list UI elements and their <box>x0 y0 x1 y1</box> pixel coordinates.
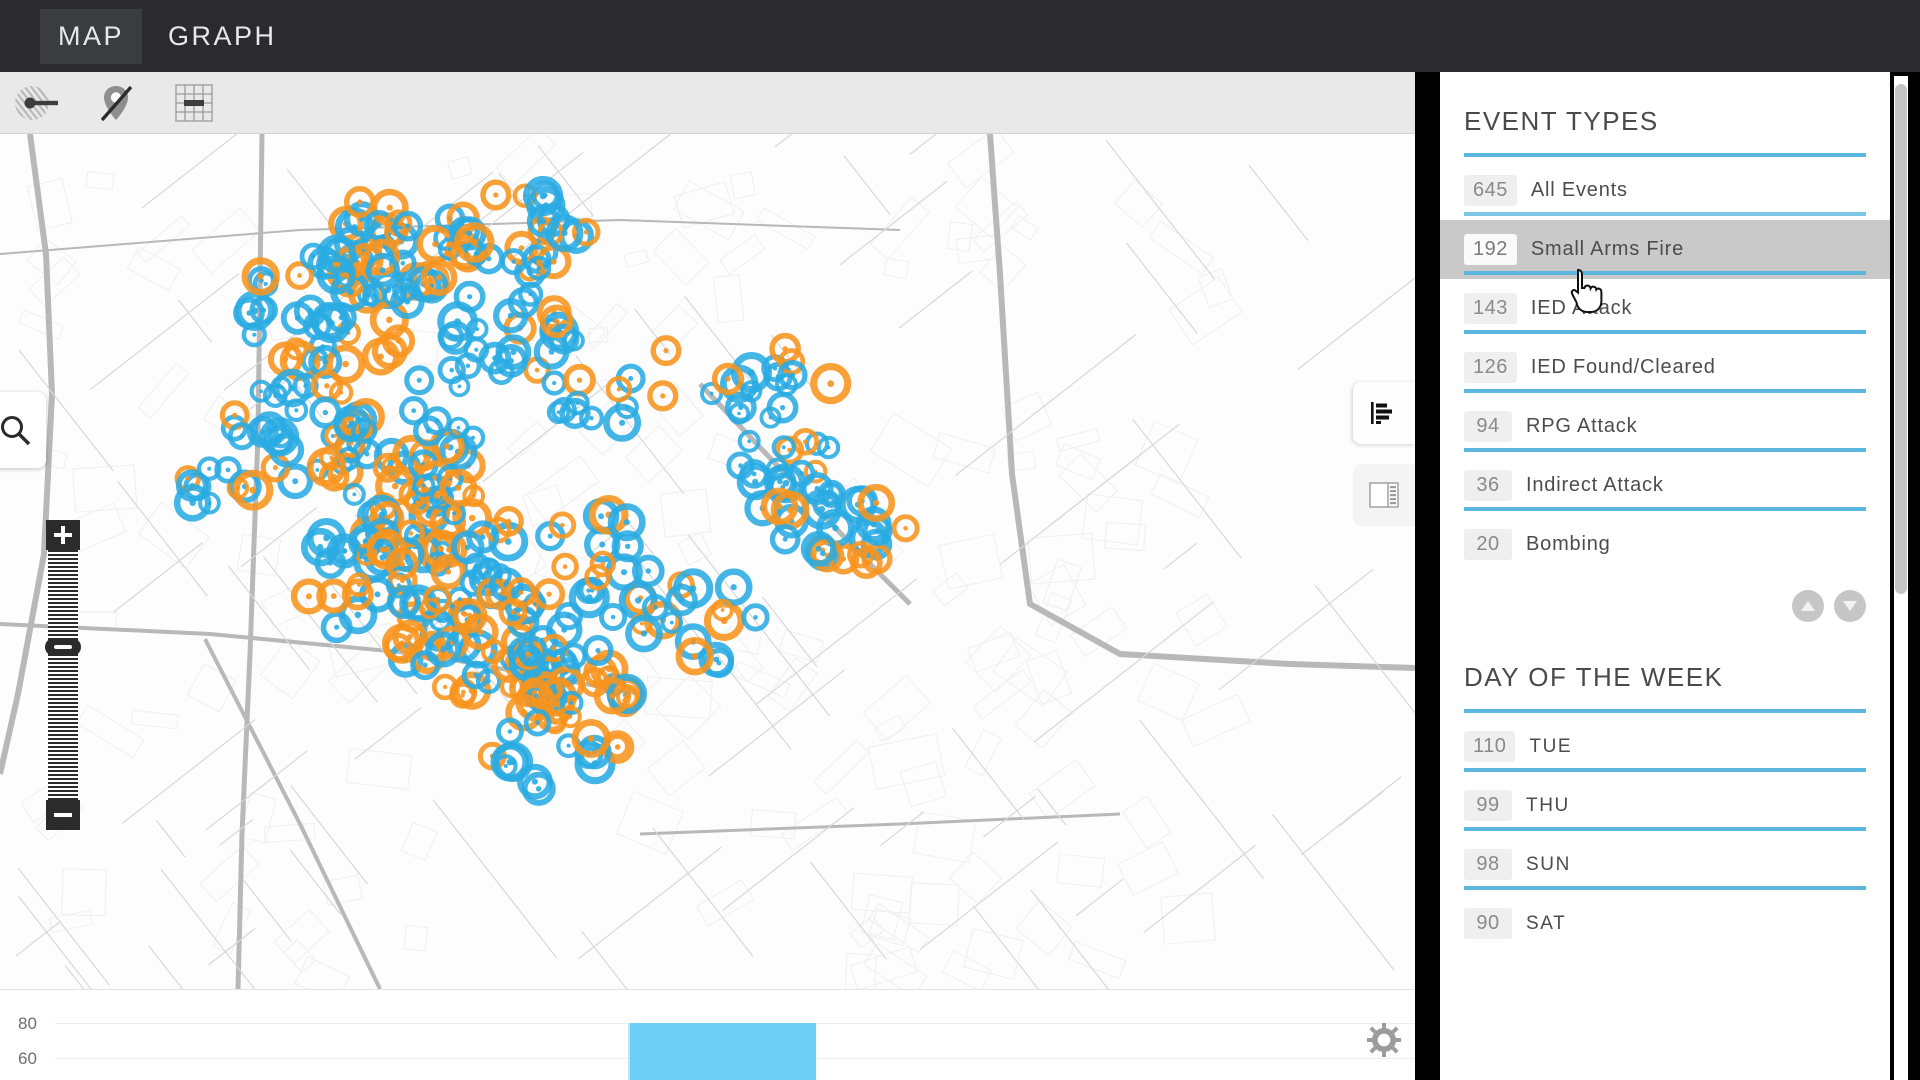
page-up-button[interactable] <box>1792 590 1824 622</box>
day-of-week-title: DAY OF THE WEEK <box>1464 662 1724 692</box>
grid-icon[interactable] <box>166 81 222 125</box>
event-type-count: 126 <box>1464 352 1517 383</box>
chart-panel-toggle[interactable] <box>1353 382 1415 444</box>
y-axis-tick: 80 <box>18 1014 37 1033</box>
day-of-week-count: 98 <box>1464 849 1512 880</box>
zoom-control[interactable] <box>45 520 81 830</box>
event-type-count: 36 <box>1464 470 1512 501</box>
y-axis-tick: 60 <box>18 1049 37 1068</box>
density-icon[interactable] <box>10 81 66 125</box>
filters-sidebar: EVENT TYPES 645 All Events 192 Small Arm… <box>1440 72 1890 1080</box>
tab-map[interactable]: MAP <box>40 8 143 64</box>
event-types-title: EVENT TYPES <box>1464 106 1659 136</box>
facet-bar <box>1464 768 1866 772</box>
event-type-label: IED Found/Cleared <box>1530 356 1716 378</box>
page-down-button[interactable] <box>1834 590 1866 622</box>
table-panel-icon <box>1369 482 1399 508</box>
table-panel-toggle[interactable] <box>1353 464 1415 526</box>
day-of-week-count: 99 <box>1464 790 1512 821</box>
zoom-slider-track[interactable] <box>45 550 81 800</box>
facet-bar <box>1464 827 1866 831</box>
zoom-out-button[interactable] <box>46 800 80 830</box>
event-type-label: IED Attack <box>1530 297 1633 319</box>
event-types-list: 645 All Events 192 Small Arms Fire 143 I… <box>1440 153 1890 574</box>
facet-bar <box>1464 212 1866 216</box>
event-type-label: Bombing <box>1526 533 1611 555</box>
zoom-in-button[interactable] <box>46 520 80 550</box>
tab-graph[interactable]: GRAPH <box>150 9 295 64</box>
search-button[interactable] <box>0 392 46 468</box>
top-navigation-bar: MAP GRAPH <box>0 0 1920 72</box>
zoom-slider-handle[interactable] <box>45 638 81 656</box>
chevron-down-icon <box>1843 601 1857 611</box>
day-of-week-list: 110 TUE 99 THU 98 SUN 90 SAT <box>1440 709 1890 953</box>
event-type-count: 645 <box>1464 175 1517 206</box>
bar-chart-icon <box>1371 402 1392 424</box>
day-of-week-label: TUE <box>1529 735 1573 757</box>
facet-bar <box>1464 389 1866 393</box>
day-of-week-label: SUN <box>1526 853 1571 875</box>
event-marker-layer <box>173 175 920 806</box>
event-type-label: RPG Attack <box>1526 415 1638 437</box>
facet-bar <box>1464 330 1866 334</box>
timeline-selection[interactable] <box>628 1023 816 1080</box>
facet-bar <box>1464 709 1866 713</box>
facet-bar <box>1464 271 1866 275</box>
timeline-chart[interactable]: 80 60 <box>0 989 1415 1080</box>
event-type-row[interactable]: 20 Bombing <box>1440 507 1890 574</box>
day-of-week-count: 110 <box>1464 731 1516 762</box>
event-type-label: Indirect Attack <box>1526 474 1664 496</box>
chevron-up-icon <box>1801 601 1815 611</box>
day-of-week-row[interactable]: 90 SAT <box>1440 886 1890 953</box>
event-types-pager <box>1440 574 1890 622</box>
plus-icon <box>54 526 72 544</box>
application-root: MAP GRAPH 80 60 EVENT TYPES 645 All Even… <box>0 0 1920 1080</box>
sidebar-scrollbar-thumb[interactable] <box>1895 84 1907 594</box>
day-of-week-label: SAT <box>1526 912 1567 934</box>
pin-off-icon[interactable] <box>88 81 144 125</box>
map-toolbar <box>0 72 1415 134</box>
facet-bar <box>1464 886 1866 890</box>
day-of-week-count: 90 <box>1464 908 1512 939</box>
facet-bar <box>1464 153 1866 157</box>
event-type-count: 143 <box>1464 293 1517 324</box>
event-type-count: 94 <box>1464 411 1512 442</box>
event-type-count: 192 <box>1464 234 1517 265</box>
event-type-label: All Events <box>1530 179 1628 201</box>
chart-settings-button[interactable] <box>1366 1022 1402 1058</box>
search-icon <box>1 416 31 446</box>
map-view[interactable]: 1000 m 5000 ft <box>0 134 1415 989</box>
event-type-count: 20 <box>1464 529 1512 560</box>
facet-bar <box>1464 448 1866 452</box>
gear-icon <box>1367 1023 1401 1057</box>
event-type-label: Small Arms Fire <box>1530 238 1684 260</box>
minus-icon <box>54 813 72 817</box>
day-of-week-label: THU <box>1526 794 1570 816</box>
facet-bar <box>1464 507 1866 511</box>
